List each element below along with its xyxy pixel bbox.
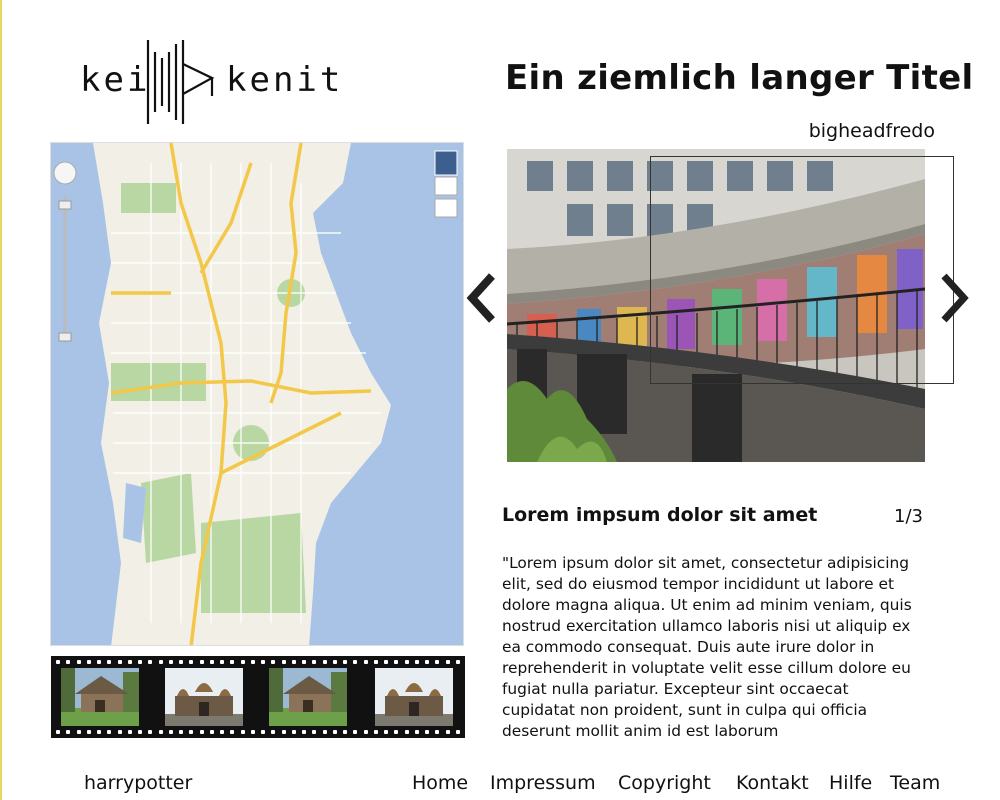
thumbnail-hut-2[interactable] [269, 668, 347, 726]
nav-link-impressum[interactable]: Impressum [490, 772, 596, 794]
author-name[interactable]: bigheadfredo [809, 120, 935, 142]
logo-text-right: kenit [226, 60, 344, 100]
chevron-right-icon [941, 273, 969, 323]
filmstrip [51, 656, 465, 738]
image-counter: 1/3 [894, 506, 923, 527]
nav-link-kontakt[interactable]: Kontakt [736, 772, 809, 794]
chevron-left-icon [466, 273, 495, 323]
carousel-prev-button[interactable] [462, 270, 502, 326]
map-view[interactable] [50, 142, 464, 646]
thumbnail-temple-1[interactable] [165, 668, 243, 726]
nav-link-copyright[interactable]: Copyright [618, 772, 711, 794]
logo-text-left: kei [80, 60, 151, 100]
image-selection-frame [650, 156, 954, 384]
logo-mark-icon [146, 40, 215, 124]
nav-link-team[interactable]: Team [890, 772, 940, 794]
sprocket-row-bottom [51, 728, 465, 736]
sprocket-row-top [51, 658, 465, 666]
thumbnail-hut-1[interactable] [61, 668, 139, 726]
logo[interactable]: kei kenit [78, 38, 340, 128]
footer-nav: Home Impressum Copyright Kontakt Hilfe T… [0, 772, 1000, 798]
page-edge [0, 0, 2, 800]
nav-link-hilfe[interactable]: Hilfe [829, 772, 872, 794]
carousel-next-button[interactable] [934, 270, 974, 326]
page-title: Ein ziemlich langer Titel [505, 58, 974, 98]
thumbnail-temple-2[interactable] [375, 668, 453, 726]
caption-title: Lorem impsum dolor sit amet [502, 504, 818, 526]
image-description: "Lorem ipsum dolor sit amet, consectetur… [502, 554, 912, 740]
nav-link-home[interactable]: Home [412, 772, 468, 794]
